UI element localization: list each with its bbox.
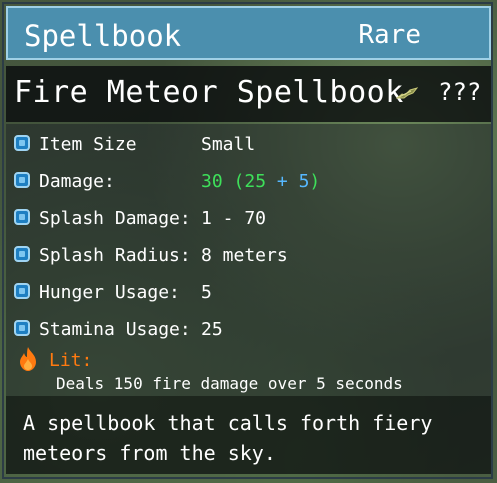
stat-bullet-icon <box>14 246 30 262</box>
item-name-bar: Fire Meteor Spellbook ??? <box>6 66 491 122</box>
stat-label: Splash Radius: <box>39 245 191 266</box>
stat-row-damage: Damage: 30 (25 + 5) <box>6 168 491 198</box>
stat-bullet-icon <box>14 172 30 188</box>
stat-value: 5 <box>201 282 212 303</box>
stat-value: 1 - 70 <box>201 208 267 229</box>
stat-value: Small <box>201 134 256 155</box>
stat-label: Stamina Usage: <box>39 319 191 340</box>
flame-icon <box>20 347 36 371</box>
damage-close: ) <box>309 171 321 192</box>
rarity-label: Rare <box>358 20 421 50</box>
damage-base: (25 <box>233 171 277 192</box>
description-box: A spellbook that calls forth fiery meteo… <box>6 396 491 474</box>
stat-bullet-icon <box>14 320 30 336</box>
stat-row-stamina-usage: Stamina Usage: 25 <box>6 316 491 346</box>
stat-label: Hunger Usage: <box>39 282 180 303</box>
stat-label: Damage: <box>39 171 115 192</box>
unknown-stat-text: ??? <box>438 78 482 106</box>
stat-value: 25 <box>201 319 223 340</box>
stat-value: 8 meters <box>201 245 288 266</box>
stats-list: Item Size Small Damage: 30 (25 + 5) Spla… <box>6 124 491 396</box>
stat-value: 30 (25 + 5) <box>201 171 320 192</box>
stat-row-item-size: Item Size Small <box>6 131 491 161</box>
stat-bullet-icon <box>14 209 30 225</box>
stat-row-splash-radius: Splash Radius: 8 meters <box>6 242 491 272</box>
stat-label: Splash Damage: <box>39 208 191 229</box>
item-name: Fire Meteor Spellbook <box>14 75 404 110</box>
effect-label: Lit: <box>49 350 93 371</box>
stat-bullet-icon <box>14 283 30 299</box>
leaf-icon <box>396 87 418 99</box>
stat-label: Item Size <box>39 134 137 155</box>
damage-bonus: + 5 <box>276 171 310 192</box>
damage-total: 30 <box>201 171 223 192</box>
item-description: A spellbook that calls forth fiery meteo… <box>23 411 433 465</box>
stat-bullet-icon <box>14 135 30 151</box>
stat-row-splash-damage: Splash Damage: 1 - 70 <box>6 205 491 235</box>
category-title: Spellbook <box>24 19 182 53</box>
effect-description: Deals 150 fire damage over 5 seconds <box>56 374 403 393</box>
tooltip-header: Spellbook Rare <box>6 6 491 60</box>
stat-row-hunger-usage: Hunger Usage: 5 <box>6 279 491 309</box>
